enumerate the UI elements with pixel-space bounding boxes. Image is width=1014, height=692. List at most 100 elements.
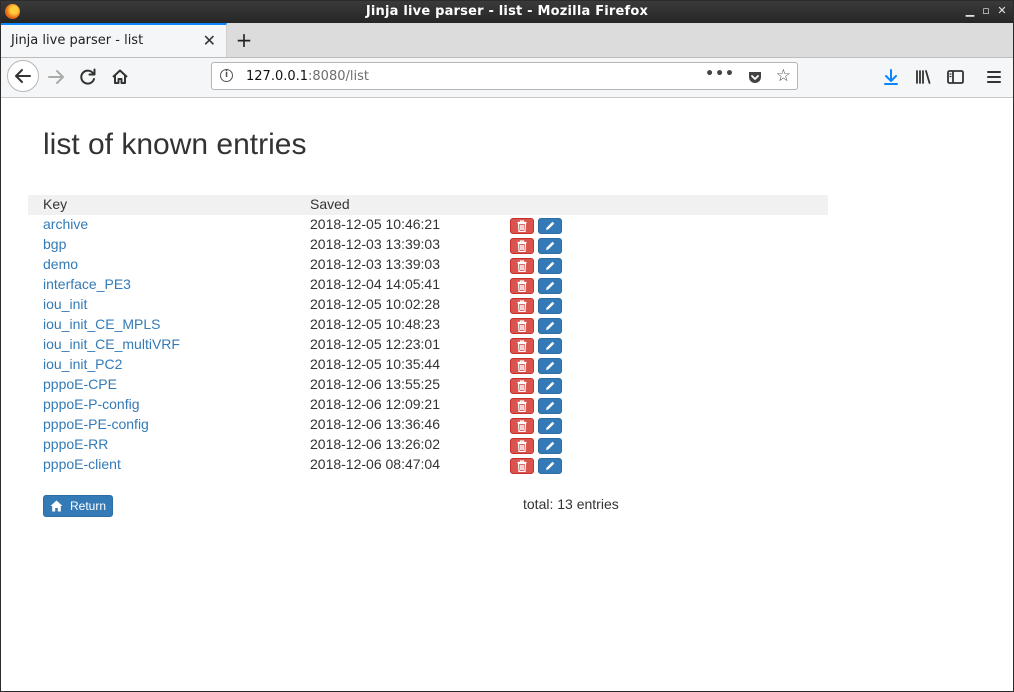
table-row: iou_init_CE_multiVRF 2018-12-05 12:23:01 <box>1 335 901 355</box>
edit-button[interactable] <box>538 338 562 354</box>
entry-key-link[interactable]: iou_init_PC2 <box>43 356 122 372</box>
delete-button[interactable] <box>510 218 534 234</box>
delete-button[interactable] <box>510 298 534 314</box>
entry-saved-time: 2018-12-06 13:36:46 <box>310 416 440 432</box>
maximize-button[interactable]: ▫ <box>979 3 993 19</box>
address-bar[interactable]: i 127.0.0.1:8080/list ••• ☆ <box>211 62 798 90</box>
entry-key-link[interactable]: iou_init_CE_MPLS <box>43 316 161 332</box>
table-row: bgp 2018-12-03 13:39:03 <box>1 235 901 255</box>
delete-button[interactable] <box>510 378 534 394</box>
table-row: demo 2018-12-03 13:39:03 <box>1 255 901 275</box>
entry-key-link[interactable]: pppoE-CPE <box>43 376 117 392</box>
entry-saved-time: 2018-12-05 10:48:23 <box>310 316 440 332</box>
hamburger-menu-button[interactable] <box>979 62 1009 92</box>
entry-key-link[interactable]: interface_PE3 <box>43 276 131 292</box>
edit-button[interactable] <box>538 258 562 274</box>
table-row: pppoE-P-config 2018-12-06 12:09:21 <box>1 395 901 415</box>
tab-active[interactable]: Jinja live parser - list ✕ <box>1 23 227 57</box>
home-button[interactable] <box>105 62 135 92</box>
table-row: pppoE-CPE 2018-12-06 13:55:25 <box>1 375 901 395</box>
tab-label: Jinja live parser - list <box>11 33 144 48</box>
pocket-icon[interactable] <box>747 69 763 89</box>
edit-button[interactable] <box>538 378 562 394</box>
entry-saved-time: 2018-12-05 12:23:01 <box>310 336 440 352</box>
delete-button[interactable] <box>510 358 534 374</box>
edit-button[interactable] <box>538 458 562 474</box>
entry-saved-time: 2018-12-03 13:39:03 <box>310 256 440 272</box>
back-arrow-icon <box>15 69 31 83</box>
delete-button[interactable] <box>510 238 534 254</box>
download-arrow-icon <box>884 69 898 85</box>
reload-icon <box>80 68 96 85</box>
minimize-button[interactable]: ▁ <box>963 3 977 19</box>
entries-list: archive 2018-12-05 10:46:21 bgp 2018-12-03 … <box>1 215 901 475</box>
entry-key-link[interactable]: demo <box>43 256 78 272</box>
site-info-icon[interactable]: i <box>220 69 233 82</box>
new-tab-button[interactable]: + <box>234 28 254 52</box>
entry-key-link[interactable]: pppoE-RR <box>43 436 108 452</box>
entry-key-link[interactable]: pppoE-client <box>43 456 121 472</box>
return-label: Return <box>70 499 107 513</box>
table-row: pppoE-PE-config 2018-12-06 13:36:46 <box>1 415 901 435</box>
table-row: interface_PE3 2018-12-04 14:05:41 <box>1 275 901 295</box>
sidebar-icon <box>947 70 964 84</box>
page-actions-menu-icon[interactable]: ••• <box>705 66 735 82</box>
close-window-button[interactable]: ✕ <box>995 3 1009 19</box>
forward-arrow-icon <box>48 70 64 84</box>
url-field[interactable]: 127.0.0.1:8080/list <box>246 69 369 84</box>
delete-button[interactable] <box>510 418 534 434</box>
sidebar-button[interactable] <box>940 62 970 92</box>
entry-saved-time: 2018-12-06 13:55:25 <box>310 376 440 392</box>
delete-button[interactable] <box>510 318 534 334</box>
entry-saved-time: 2018-12-05 10:35:44 <box>310 356 440 372</box>
edit-button[interactable] <box>538 418 562 434</box>
entry-key-link[interactable]: bgp <box>43 236 66 252</box>
return-button[interactable]: Return <box>43 495 113 517</box>
table-row: iou_init 2018-12-05 10:02:28 <box>1 295 901 315</box>
edit-button[interactable] <box>538 318 562 334</box>
downloads-button[interactable] <box>876 62 906 92</box>
edit-button[interactable] <box>538 238 562 254</box>
navigation-toolbar: i 127.0.0.1:8080/list ••• ☆ <box>1 58 1013 98</box>
delete-button[interactable] <box>510 438 534 454</box>
entry-key-link[interactable]: iou_init <box>43 296 87 312</box>
bookmark-star-icon[interactable]: ☆ <box>776 66 791 86</box>
window-titlebar: Jinja live parser - list - Mozilla Firef… <box>1 1 1013 23</box>
delete-button[interactable] <box>510 398 534 414</box>
column-header-saved: Saved <box>310 196 350 212</box>
delete-button[interactable] <box>510 278 534 294</box>
edit-button[interactable] <box>538 298 562 314</box>
edit-button[interactable] <box>538 358 562 374</box>
entry-key-link[interactable]: iou_init_CE_multiVRF <box>43 336 180 352</box>
library-button[interactable] <box>908 62 938 92</box>
table-row: pppoE-RR 2018-12-06 13:26:02 <box>1 435 901 455</box>
entry-key-link[interactable]: pppoE-PE-config <box>43 416 149 432</box>
delete-button[interactable] <box>510 338 534 354</box>
edit-button[interactable] <box>538 438 562 454</box>
table-row: iou_init_PC2 2018-12-05 10:35:44 <box>1 355 901 375</box>
browser-window: Jinja live parser - list - Mozilla Firef… <box>0 0 1014 692</box>
library-icon <box>916 70 931 84</box>
reload-button[interactable] <box>73 62 103 92</box>
edit-button[interactable] <box>538 398 562 414</box>
forward-button[interactable] <box>41 62 71 92</box>
tab-close-icon[interactable]: ✕ <box>203 31 216 50</box>
entry-saved-time: 2018-12-06 13:26:02 <box>310 436 440 452</box>
delete-button[interactable] <box>510 458 534 474</box>
table-row: archive 2018-12-05 10:46:21 <box>1 215 901 235</box>
window-title: Jinja live parser - list - Mozilla Firef… <box>365 4 649 19</box>
page-title: list of known entries <box>43 128 307 161</box>
url-host: 127.0.0.1 <box>246 69 309 84</box>
home-icon <box>50 500 63 512</box>
edit-button[interactable] <box>538 218 562 234</box>
edit-button[interactable] <box>538 278 562 294</box>
tab-strip: Jinja live parser - list ✕ + <box>1 23 1013 58</box>
delete-button[interactable] <box>510 258 534 274</box>
table-row: iou_init_CE_MPLS 2018-12-05 10:48:23 <box>1 315 901 335</box>
entry-key-link[interactable]: pppoE-P-config <box>43 396 140 412</box>
entry-saved-time: 2018-12-06 12:09:21 <box>310 396 440 412</box>
list-header: Key Saved <box>28 195 828 215</box>
entry-key-link[interactable]: archive <box>43 216 88 232</box>
back-button[interactable] <box>7 60 39 92</box>
home-icon <box>112 69 128 84</box>
